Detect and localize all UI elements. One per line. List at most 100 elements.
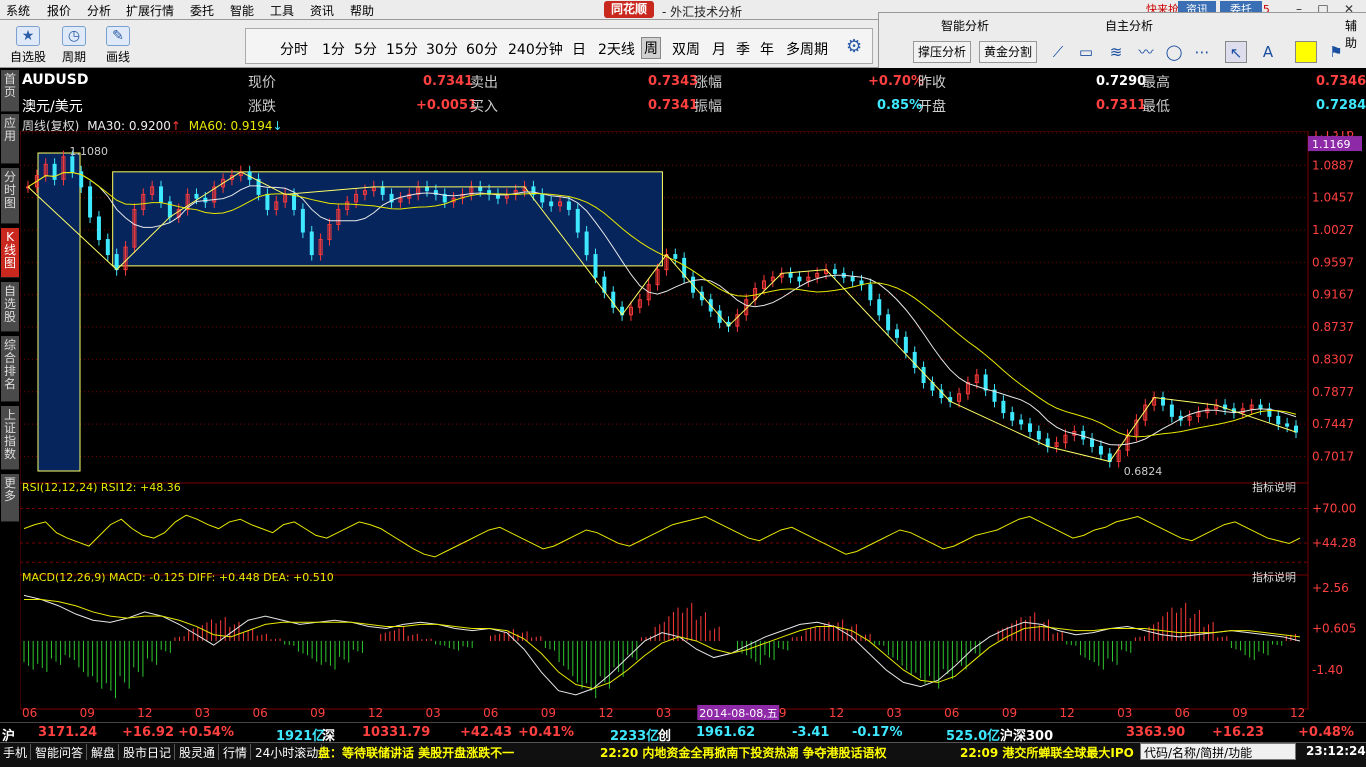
draw-line-button[interactable]: ✎ 画线 bbox=[96, 24, 140, 66]
ellipse-tool-icon[interactable]: ◯ bbox=[1163, 41, 1185, 63]
period-year[interactable]: 年 bbox=[760, 39, 774, 59]
sidebar-item-timeshare[interactable]: 分时图 bbox=[1, 168, 19, 224]
period-tick[interactable]: 分时 bbox=[280, 39, 308, 59]
rsi-indicator-button: 指标说明 bbox=[1252, 480, 1296, 494]
menu-item-tools[interactable]: 工具 bbox=[270, 2, 294, 19]
sidebar: 首页 应用 分时图 K线图 自选股 综合排名 上证指数 更多 bbox=[0, 68, 20, 742]
macd-tick-label: -1.40 bbox=[1312, 663, 1343, 677]
tab-smart-analysis[interactable]: 智能分析 bbox=[941, 17, 989, 34]
price-tick-label: 1.0457 bbox=[1312, 191, 1354, 205]
tab-mobile[interactable]: 手机 bbox=[0, 744, 32, 760]
candle-body bbox=[425, 186, 430, 192]
candle-body bbox=[566, 201, 571, 210]
time-tick-label: 09 bbox=[80, 706, 95, 720]
period-15min[interactable]: 15分 bbox=[386, 39, 418, 59]
label-open: 开盘 bbox=[918, 99, 946, 115]
candle-body bbox=[1090, 438, 1095, 447]
period-month[interactable]: 月 bbox=[712, 39, 726, 59]
price-tick-label: 0.8737 bbox=[1312, 320, 1354, 334]
rsi-line bbox=[23, 514, 1301, 558]
label-high: 最高 bbox=[1142, 75, 1170, 91]
period-button[interactable]: ◷ 周期 bbox=[52, 24, 96, 66]
tab-stock-link[interactable]: 股灵通 bbox=[176, 744, 220, 760]
menu-item-news[interactable]: 资讯 bbox=[310, 2, 334, 19]
period-2week[interactable]: 双周 bbox=[672, 39, 700, 59]
tab-market-comment[interactable]: 解盘 bbox=[88, 744, 120, 760]
time-tick-label: 06 bbox=[22, 706, 37, 720]
sidebar-item-favorites[interactable]: 自选股 bbox=[1, 282, 19, 332]
quote-panel: AUDUSD 澳元/美元 现价 0.7341 卖出 0.7343 涨幅 +0.7… bbox=[20, 70, 1366, 118]
candle-body bbox=[88, 186, 93, 218]
news-ticker-3[interactable]: 22:09 港交所蝉联全球最大IPO bbox=[960, 744, 1134, 761]
line-tool-icon[interactable]: ⟋ bbox=[1047, 41, 1069, 63]
price-tick-label: 1.0887 bbox=[1312, 158, 1354, 172]
cy-percent: -0.17% bbox=[852, 725, 903, 740]
search-input[interactable]: 代码/名称/简拼/功能 bbox=[1140, 743, 1296, 760]
menu-item-analysis[interactable]: 分析 bbox=[87, 2, 111, 19]
tab-quotes[interactable]: 行情 bbox=[220, 744, 252, 760]
candle-body bbox=[593, 254, 598, 278]
menu-item-smart[interactable]: 智能 bbox=[230, 2, 254, 19]
period-240min[interactable]: 240分钟 bbox=[508, 39, 563, 59]
period-2day[interactable]: 2天线 bbox=[598, 39, 635, 59]
sidebar-item-apps[interactable]: 应用 bbox=[1, 114, 19, 164]
sidebar-item-ranking[interactable]: 综合排名 bbox=[1, 336, 19, 402]
text-tool-icon[interactable]: A bbox=[1257, 41, 1279, 63]
color-swatch[interactable] bbox=[1295, 41, 1317, 63]
mark-tool-icon[interactable]: ⚑ bbox=[1325, 41, 1347, 63]
menu-item-help[interactable]: 帮助 bbox=[350, 2, 374, 19]
macd-histogram bbox=[23, 602, 1296, 699]
period-week[interactable]: 周 bbox=[641, 37, 661, 59]
candle-body bbox=[114, 254, 119, 271]
kline-chart[interactable]: 1.1080 0.6824 1.1316 1.0887 1.0457 1.0027 0.… bbox=[19, 126, 1366, 741]
period-60min[interactable]: 60分 bbox=[466, 39, 498, 59]
gear-icon[interactable]: ⚙ bbox=[846, 36, 862, 57]
chart-svg[interactable]: 1.1080 0.6824 1.13161.08871.04571.00270.… bbox=[19, 126, 1366, 722]
tab-stock-diary[interactable]: 股市日记 bbox=[120, 744, 176, 760]
more-icon[interactable]: ⋯ bbox=[1191, 41, 1213, 63]
time-tick-label: 06 bbox=[944, 706, 959, 720]
menu-item-extended[interactable]: 扩展行情 bbox=[126, 2, 174, 19]
menu-item-quote[interactable]: 报价 bbox=[47, 2, 71, 19]
time-tick-label: 12 bbox=[1290, 706, 1305, 720]
wave-tool-icon[interactable]: 〰 bbox=[1135, 41, 1157, 63]
tab-smart-qa[interactable]: 智能问答 bbox=[32, 744, 88, 760]
channel-tool-icon[interactable]: ≋ bbox=[1105, 41, 1127, 63]
rect-tool-icon[interactable]: ▭ bbox=[1075, 41, 1097, 63]
candle-body bbox=[300, 208, 305, 233]
news-ticker-1[interactable]: 盘：等待联储讲话 美股开盘涨跌不一 bbox=[318, 744, 514, 761]
window-title: - 外汇技术分析 bbox=[662, 5, 743, 19]
tab-aux[interactable]: 辅助 bbox=[1345, 17, 1366, 51]
sidebar-item-kline[interactable]: K线图 bbox=[1, 228, 19, 278]
support-resistance-button[interactable]: 撑压分析 bbox=[913, 41, 972, 63]
menu-item-system[interactable]: 系统 bbox=[6, 2, 30, 19]
period-multi[interactable]: 多周期 bbox=[786, 39, 828, 59]
period-quarter[interactable]: 季 bbox=[736, 39, 750, 59]
sidebar-item-more[interactable]: 更多 bbox=[1, 474, 19, 522]
tab-self-analysis[interactable]: 自主分析 bbox=[1105, 17, 1153, 34]
candle-body bbox=[1027, 423, 1032, 432]
sidebar-item-sh-index[interactable]: 上证指数 bbox=[1, 406, 19, 470]
period-30min[interactable]: 30分 bbox=[426, 39, 458, 59]
period-5min[interactable]: 5分 bbox=[354, 39, 377, 59]
cy-change: -3.41 bbox=[792, 725, 830, 740]
candle-body bbox=[96, 216, 101, 241]
golden-section-button[interactable]: 黄金分割 bbox=[979, 41, 1038, 63]
sidebar-item-home[interactable]: 首页 bbox=[1, 70, 19, 112]
candle-body bbox=[797, 276, 802, 282]
period-1min[interactable]: 1分 bbox=[322, 39, 345, 59]
cursor-icon[interactable]: ↖ bbox=[1225, 41, 1247, 63]
menu-item-trade[interactable]: 委托 bbox=[190, 2, 214, 19]
candle-body bbox=[886, 314, 891, 331]
news-ticker-2[interactable]: 22:20 内地资金全再掀南下投资热潮 争夺港股话语权 bbox=[600, 744, 887, 761]
favorites-button[interactable]: ★ 自选股 bbox=[6, 24, 50, 66]
sz-percent: +0.41% bbox=[518, 725, 574, 740]
candle-body bbox=[52, 163, 57, 180]
candle-body bbox=[159, 186, 164, 203]
macd-label: MACD(12,26,9) MACD: -0.125 DIFF: +0.448 … bbox=[22, 571, 334, 584]
period-day[interactable]: 日 bbox=[572, 39, 586, 59]
tab-24h-news[interactable]: 24小时滚动 bbox=[252, 744, 323, 760]
candle-body bbox=[575, 208, 580, 233]
time-tick-label: 06 bbox=[1175, 706, 1190, 720]
candle-body bbox=[105, 239, 110, 256]
